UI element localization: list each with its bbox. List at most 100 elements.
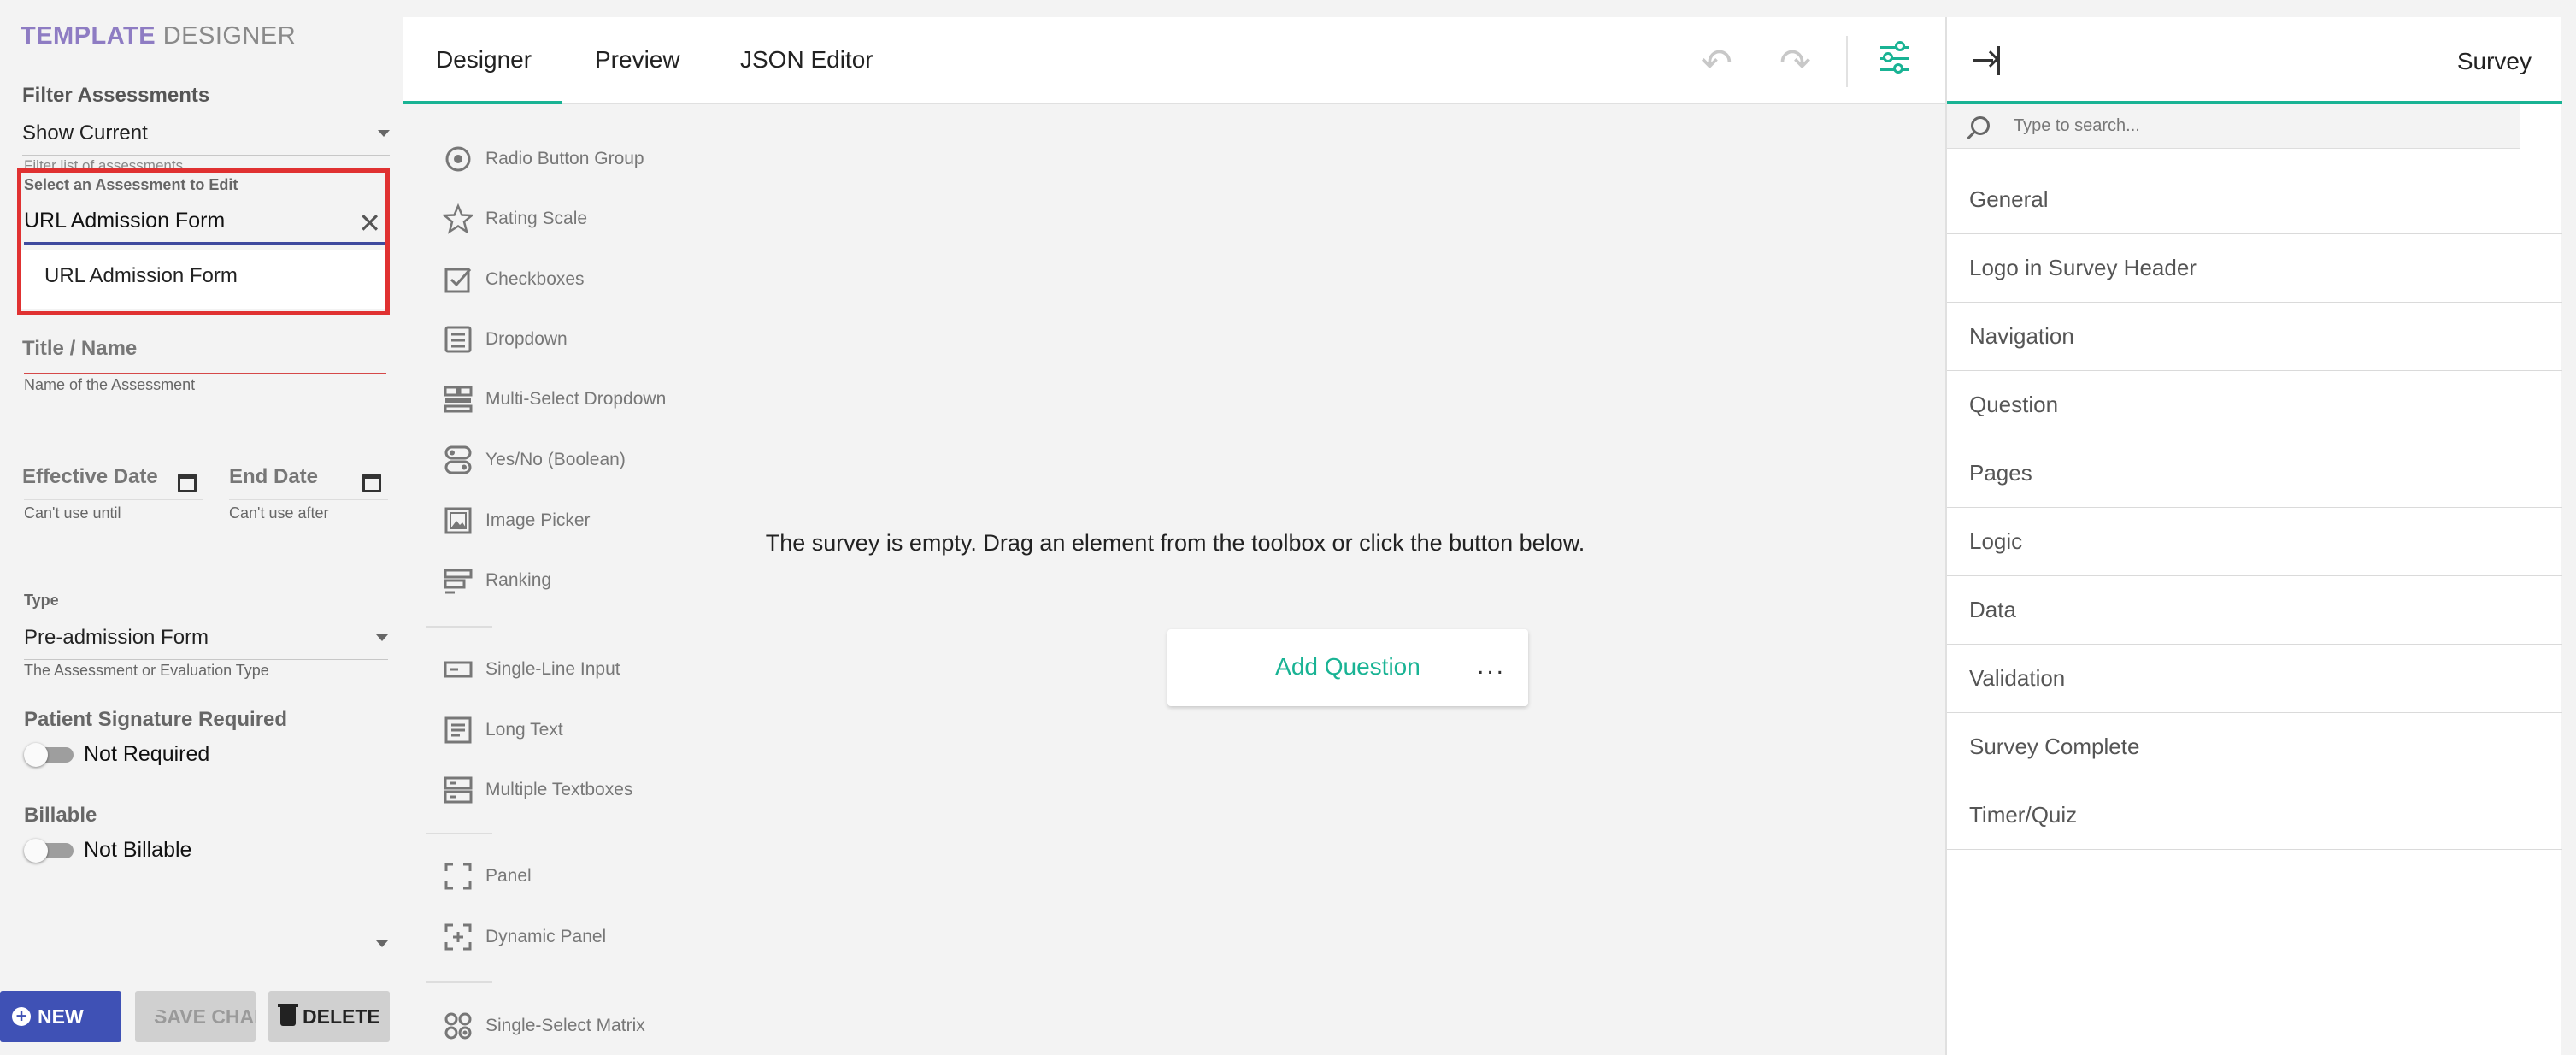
- chevron-down-icon: [376, 940, 388, 947]
- toolbox-item-label: Panel: [485, 866, 532, 886]
- active-tab-indicator: [403, 101, 562, 104]
- toolbox-item-label: Single-Select Matrix: [485, 1016, 645, 1035]
- app-root: TEMPLATE DESIGNER Filter Assessments Sho…: [0, 0, 2576, 1055]
- search-icon: [1971, 116, 1990, 135]
- category-label: Question: [1969, 392, 2059, 417]
- category-label: Timer/Quiz: [1969, 802, 2078, 828]
- effective-date-helper: Can't use until: [24, 504, 121, 522]
- filter-label: Filter Assessments: [22, 84, 210, 107]
- dropdown-icon: [444, 326, 472, 353]
- toolbox-item-label: Long Text: [485, 720, 563, 740]
- save-button-label: SAVE CHANGES: [154, 1005, 256, 1028]
- toolbox-divider: [426, 626, 492, 628]
- toolbox-item-radio-group[interactable]: Radio Button Group: [443, 142, 644, 176]
- toolbox-item-panel[interactable]: Panel: [443, 859, 532, 893]
- delete-button-label: DELETE: [303, 1005, 380, 1028]
- toolbox-item-multiple-textboxes[interactable]: Multiple Textboxes: [443, 773, 632, 807]
- toolbox-item-dropdown[interactable]: Dropdown: [443, 322, 568, 357]
- category-logic[interactable]: Logic: [1947, 508, 2562, 576]
- empty-survey-message: The survey is empty. Drag an element fro…: [765, 530, 1585, 556]
- signature-toggle[interactable]: [24, 743, 74, 767]
- billable-toggle-label: Not Billable: [84, 838, 192, 862]
- dynamic-panel-icon: [444, 923, 472, 951]
- extra-select[interactable]: [24, 928, 388, 963]
- calendar-icon[interactable]: [362, 474, 381, 492]
- toolbox-item-label: Yes/No (Boolean): [485, 450, 626, 469]
- tagbox-icon: [444, 386, 473, 413]
- billable-toggle[interactable]: [24, 839, 74, 863]
- toolbar-divider: [1846, 36, 1848, 87]
- category-label: Logo in Survey Header: [1969, 255, 2197, 280]
- toolbox-item-label: Dynamic Panel: [485, 927, 607, 946]
- billable-label: Billable: [24, 804, 97, 827]
- signature-toggle-label: Not Required: [84, 742, 210, 766]
- category-question[interactable]: Question: [1947, 371, 2562, 439]
- toolbox-item-boolean[interactable]: Yes/No (Boolean): [443, 443, 626, 477]
- toolbox-item-rating[interactable]: Rating Scale: [443, 202, 587, 236]
- app-title: TEMPLATE DESIGNER: [21, 22, 296, 50]
- add-circle-icon: +: [12, 1007, 31, 1026]
- toolbox-item-long-text[interactable]: Long Text: [443, 713, 563, 747]
- comment-icon: [444, 716, 472, 744]
- category-label: Data: [1969, 597, 2016, 622]
- filter-select-value: Show Current: [22, 121, 148, 144]
- category-label: Navigation: [1969, 323, 2074, 349]
- new-button[interactable]: + NEW: [0, 991, 121, 1042]
- toolbox-item-dynamic-panel[interactable]: Dynamic Panel: [443, 920, 606, 954]
- toolbox-item-single-line[interactable]: Single-Line Input: [443, 652, 620, 687]
- toolbox-item-multi-select[interactable]: Multi-Select Dropdown: [443, 382, 666, 416]
- add-question-button[interactable]: Add Question ...: [1167, 629, 1528, 706]
- category-logo[interactable]: Logo in Survey Header: [1947, 234, 2562, 303]
- toolbox-item-matrix[interactable]: Single-Select Matrix: [443, 1009, 645, 1043]
- toolbox-item-label: Multiple Textboxes: [485, 780, 633, 799]
- type-select[interactable]: Pre-admission Form: [24, 626, 388, 660]
- property-search-placeholder: Type to search...: [2014, 116, 2140, 135]
- chevron-down-icon: [378, 130, 390, 137]
- toolbox-item-label: Checkboxes: [485, 269, 585, 289]
- trash-icon: [278, 1004, 298, 1026]
- calendar-icon[interactable]: [178, 474, 197, 492]
- property-search[interactable]: Type to search...: [1947, 104, 2520, 149]
- effective-date-label[interactable]: Effective Date: [22, 465, 158, 489]
- highlight-box: [17, 168, 390, 315]
- tab-designer[interactable]: Designer: [436, 46, 532, 74]
- chevron-down-icon: [376, 634, 388, 641]
- toolbox-item-checkboxes[interactable]: Checkboxes: [443, 262, 585, 297]
- toolbox-item-label: Ranking: [485, 570, 552, 590]
- toolbox-item-ranking[interactable]: Ranking: [443, 563, 551, 598]
- property-panel: Survey Type to search... General Logo in…: [1945, 17, 2562, 1055]
- signature-label: Patient Signature Required: [24, 708, 288, 731]
- category-label: Logic: [1969, 528, 2023, 554]
- new-button-label: NEW: [38, 1005, 84, 1028]
- more-options-icon[interactable]: ...: [1477, 651, 1506, 681]
- category-survey-complete[interactable]: Survey Complete: [1947, 713, 2562, 781]
- category-timer-quiz[interactable]: Timer/Quiz: [1947, 781, 2562, 850]
- collapse-panel-icon[interactable]: [1973, 46, 2003, 77]
- category-navigation[interactable]: Navigation: [1947, 303, 2562, 371]
- tab-preview[interactable]: Preview: [595, 46, 680, 74]
- redo-icon[interactable]: ↷: [1779, 41, 1811, 85]
- title-name-label[interactable]: Title / Name: [22, 337, 137, 361]
- designer-topbar: Designer Preview JSON Editor ↶ ↷: [403, 17, 1947, 104]
- app-title-sub: DESIGNER: [162, 22, 297, 50]
- undo-icon[interactable]: ↶: [1701, 41, 1732, 85]
- app-title-brand: TEMPLATE: [21, 22, 156, 50]
- tab-json-editor[interactable]: JSON Editor: [740, 46, 873, 74]
- toolbox-item-label: Dropdown: [485, 329, 568, 349]
- title-name-input-line[interactable]: [24, 373, 386, 374]
- text-input-icon: [444, 661, 473, 678]
- filter-select[interactable]: Show Current: [22, 121, 390, 156]
- settings-sliders-icon[interactable]: [1878, 41, 1912, 75]
- toolbox-item-label: Image Picker: [485, 510, 591, 530]
- category-general[interactable]: General: [1947, 166, 2562, 234]
- category-validation[interactable]: Validation: [1947, 645, 2562, 713]
- category-data[interactable]: Data: [1947, 576, 2562, 645]
- save-changes-button[interactable]: SAVE CHANGES: [135, 991, 256, 1042]
- matrix-icon: [444, 1012, 472, 1040]
- toolbox-item-label: Single-Line Input: [485, 659, 620, 679]
- left-panel: TEMPLATE DESIGNER Filter Assessments Sho…: [0, 0, 402, 1055]
- end-date-label[interactable]: End Date: [229, 465, 318, 489]
- designer-area: Designer Preview JSON Editor ↶ ↷ Radio B…: [403, 17, 1947, 1055]
- delete-button[interactable]: DELETE: [268, 991, 390, 1042]
- category-pages[interactable]: Pages: [1947, 439, 2562, 508]
